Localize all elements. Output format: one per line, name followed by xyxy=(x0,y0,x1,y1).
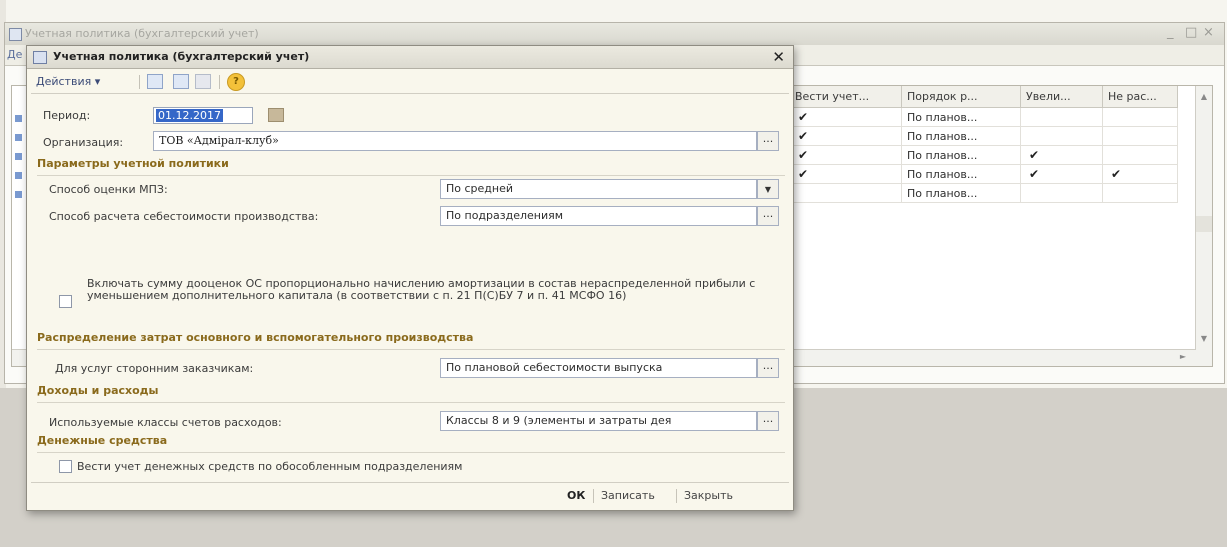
row-icon xyxy=(15,172,22,179)
revaluation-checkbox[interactable] xyxy=(59,295,72,308)
menu-actions[interactable]: Де xyxy=(7,48,22,61)
mpz-value: По средней xyxy=(446,182,514,195)
close-button[interactable]: × xyxy=(1203,25,1214,40)
mpz-select[interactable]: По средней xyxy=(440,179,757,199)
section-params: Параметры учетной политики xyxy=(37,157,785,176)
cell-vesti: ✔ xyxy=(790,146,902,165)
scroll-up-icon[interactable]: ▲ xyxy=(1196,89,1212,105)
period-value: 01.12.2017 xyxy=(156,109,223,122)
cell-poryadok: По планов... xyxy=(902,184,1021,203)
cost-method-label: Способ расчета себестоимости производств… xyxy=(49,210,319,223)
cell-neras xyxy=(1103,146,1178,165)
cell-neras xyxy=(1103,184,1178,203)
period-input[interactable]: 01.12.2017 xyxy=(153,107,253,124)
save-icon[interactable] xyxy=(147,74,163,89)
button-separator xyxy=(593,489,594,503)
cell-vesti xyxy=(790,184,902,203)
cash-checkbox[interactable] xyxy=(59,460,72,473)
scroll-thumb[interactable] xyxy=(1196,216,1212,232)
toolbar: Действия ▾ ? xyxy=(31,71,789,94)
column-header-vesti[interactable]: Вести учет... xyxy=(790,86,902,108)
button-separator xyxy=(676,489,677,503)
mpz-label: Способ оценки МПЗ: xyxy=(49,183,168,196)
help-icon[interactable]: ? xyxy=(227,73,245,91)
ok-button[interactable]: ОК xyxy=(567,489,585,502)
organization-select-button[interactable]: ... xyxy=(757,131,779,151)
cell-neras xyxy=(1103,127,1178,146)
services-label: Для услуг сторонним заказчикам: xyxy=(55,362,254,375)
cash-label: Вести учет денежных средств по обособлен… xyxy=(77,460,463,473)
cell-uvel: ✔ xyxy=(1021,146,1103,165)
background-window-title: Учетная политика (бухгалтерский учет) xyxy=(25,27,259,40)
cost-method-field[interactable]: По подразделениям xyxy=(440,206,757,226)
section-income: Доходы и расходы xyxy=(37,384,785,403)
classes-value: Классы 8 и 9 (элементы и затраты дея xyxy=(446,414,672,427)
cell-uvel: ✔ xyxy=(1021,165,1103,184)
close-button[interactable]: Закрыть xyxy=(684,489,733,502)
chevron-down-icon[interactable]: ▼ xyxy=(757,179,779,199)
movements-icon[interactable] xyxy=(173,74,189,89)
scroll-right-icon[interactable]: ► xyxy=(1180,352,1186,361)
accounting-policy-dialog: Учетная политика (бухгалтерский учет) ✕ … xyxy=(26,45,794,511)
cell-vesti: ✔ xyxy=(790,127,902,146)
classes-label: Используемые классы счетов расходов: xyxy=(49,416,282,429)
column-header-poryadok[interactable]: Порядок р... xyxy=(902,86,1021,108)
row-icon xyxy=(15,134,22,141)
cost-method-value: По подразделениям xyxy=(446,209,564,222)
toolbar-separator xyxy=(139,75,140,89)
cell-uvel xyxy=(1021,184,1103,203)
services-field[interactable]: По плановой себестоимости выпуска xyxy=(440,358,757,378)
classes-select-button[interactable]: ... xyxy=(757,411,779,431)
close-icon[interactable]: ✕ xyxy=(772,48,785,66)
services-value: По плановой себестоимости выпуска xyxy=(446,361,663,374)
calendar-icon[interactable] xyxy=(268,108,284,122)
row-icon xyxy=(15,153,22,160)
cell-neras xyxy=(1103,108,1178,127)
period-label: Период: xyxy=(43,109,91,122)
row-icon xyxy=(15,191,22,198)
cell-poryadok: По планов... xyxy=(902,127,1021,146)
section-costs: Распределение затрат основного и вспомог… xyxy=(37,331,785,350)
organization-value: ТОВ «Адмірал-клуб» xyxy=(159,134,279,147)
cell-vesti: ✔ xyxy=(790,108,902,127)
dialog-title: Учетная политика (бухгалтерский учет) xyxy=(53,50,310,63)
dialog-buttons: ОК Записать Закрыть xyxy=(31,482,789,507)
background-titlebar: Учетная политика (бухгалтерский учет) _ … xyxy=(5,23,1224,45)
services-select-button[interactable]: ... xyxy=(757,358,779,378)
maximize-button[interactable]: □ xyxy=(1185,25,1197,40)
revaluation-label: Включать сумму дооценок ОС пропорциональ… xyxy=(87,277,756,302)
minimize-button[interactable]: _ xyxy=(1167,25,1174,40)
classes-field[interactable]: Классы 8 и 9 (элементы и затраты дея xyxy=(440,411,757,431)
copy-icon[interactable] xyxy=(195,74,211,89)
organization-label: Организация: xyxy=(43,136,124,149)
toolbar-separator xyxy=(219,75,220,89)
cell-poryadok: По планов... xyxy=(902,165,1021,184)
cell-vesti: ✔ xyxy=(790,165,902,184)
form-icon xyxy=(33,51,47,64)
save-button[interactable]: Записать xyxy=(601,489,655,502)
cost-method-select-button[interactable]: ... xyxy=(757,206,779,226)
vertical-scrollbar[interactable]: ▲ ▼ xyxy=(1195,86,1212,366)
column-header-neras[interactable]: Не рас... xyxy=(1103,86,1178,108)
cell-poryadok: По планов... xyxy=(902,108,1021,127)
cell-neras: ✔ xyxy=(1103,165,1178,184)
row-icon xyxy=(15,115,22,122)
section-cash: Денежные средства xyxy=(37,434,785,453)
cell-uvel xyxy=(1021,127,1103,146)
organization-field[interactable]: ТОВ «Адмірал-клуб» xyxy=(153,131,757,151)
cell-poryadok: По планов... xyxy=(902,146,1021,165)
scroll-down-icon[interactable]: ▼ xyxy=(1196,331,1212,347)
window-icon xyxy=(9,28,22,41)
column-header-uvel[interactable]: Увели... xyxy=(1021,86,1103,108)
cell-uvel xyxy=(1021,108,1103,127)
actions-menu[interactable]: Действия ▾ xyxy=(36,75,100,88)
dialog-titlebar[interactable]: Учетная политика (бухгалтерский учет) ✕ xyxy=(27,46,793,69)
